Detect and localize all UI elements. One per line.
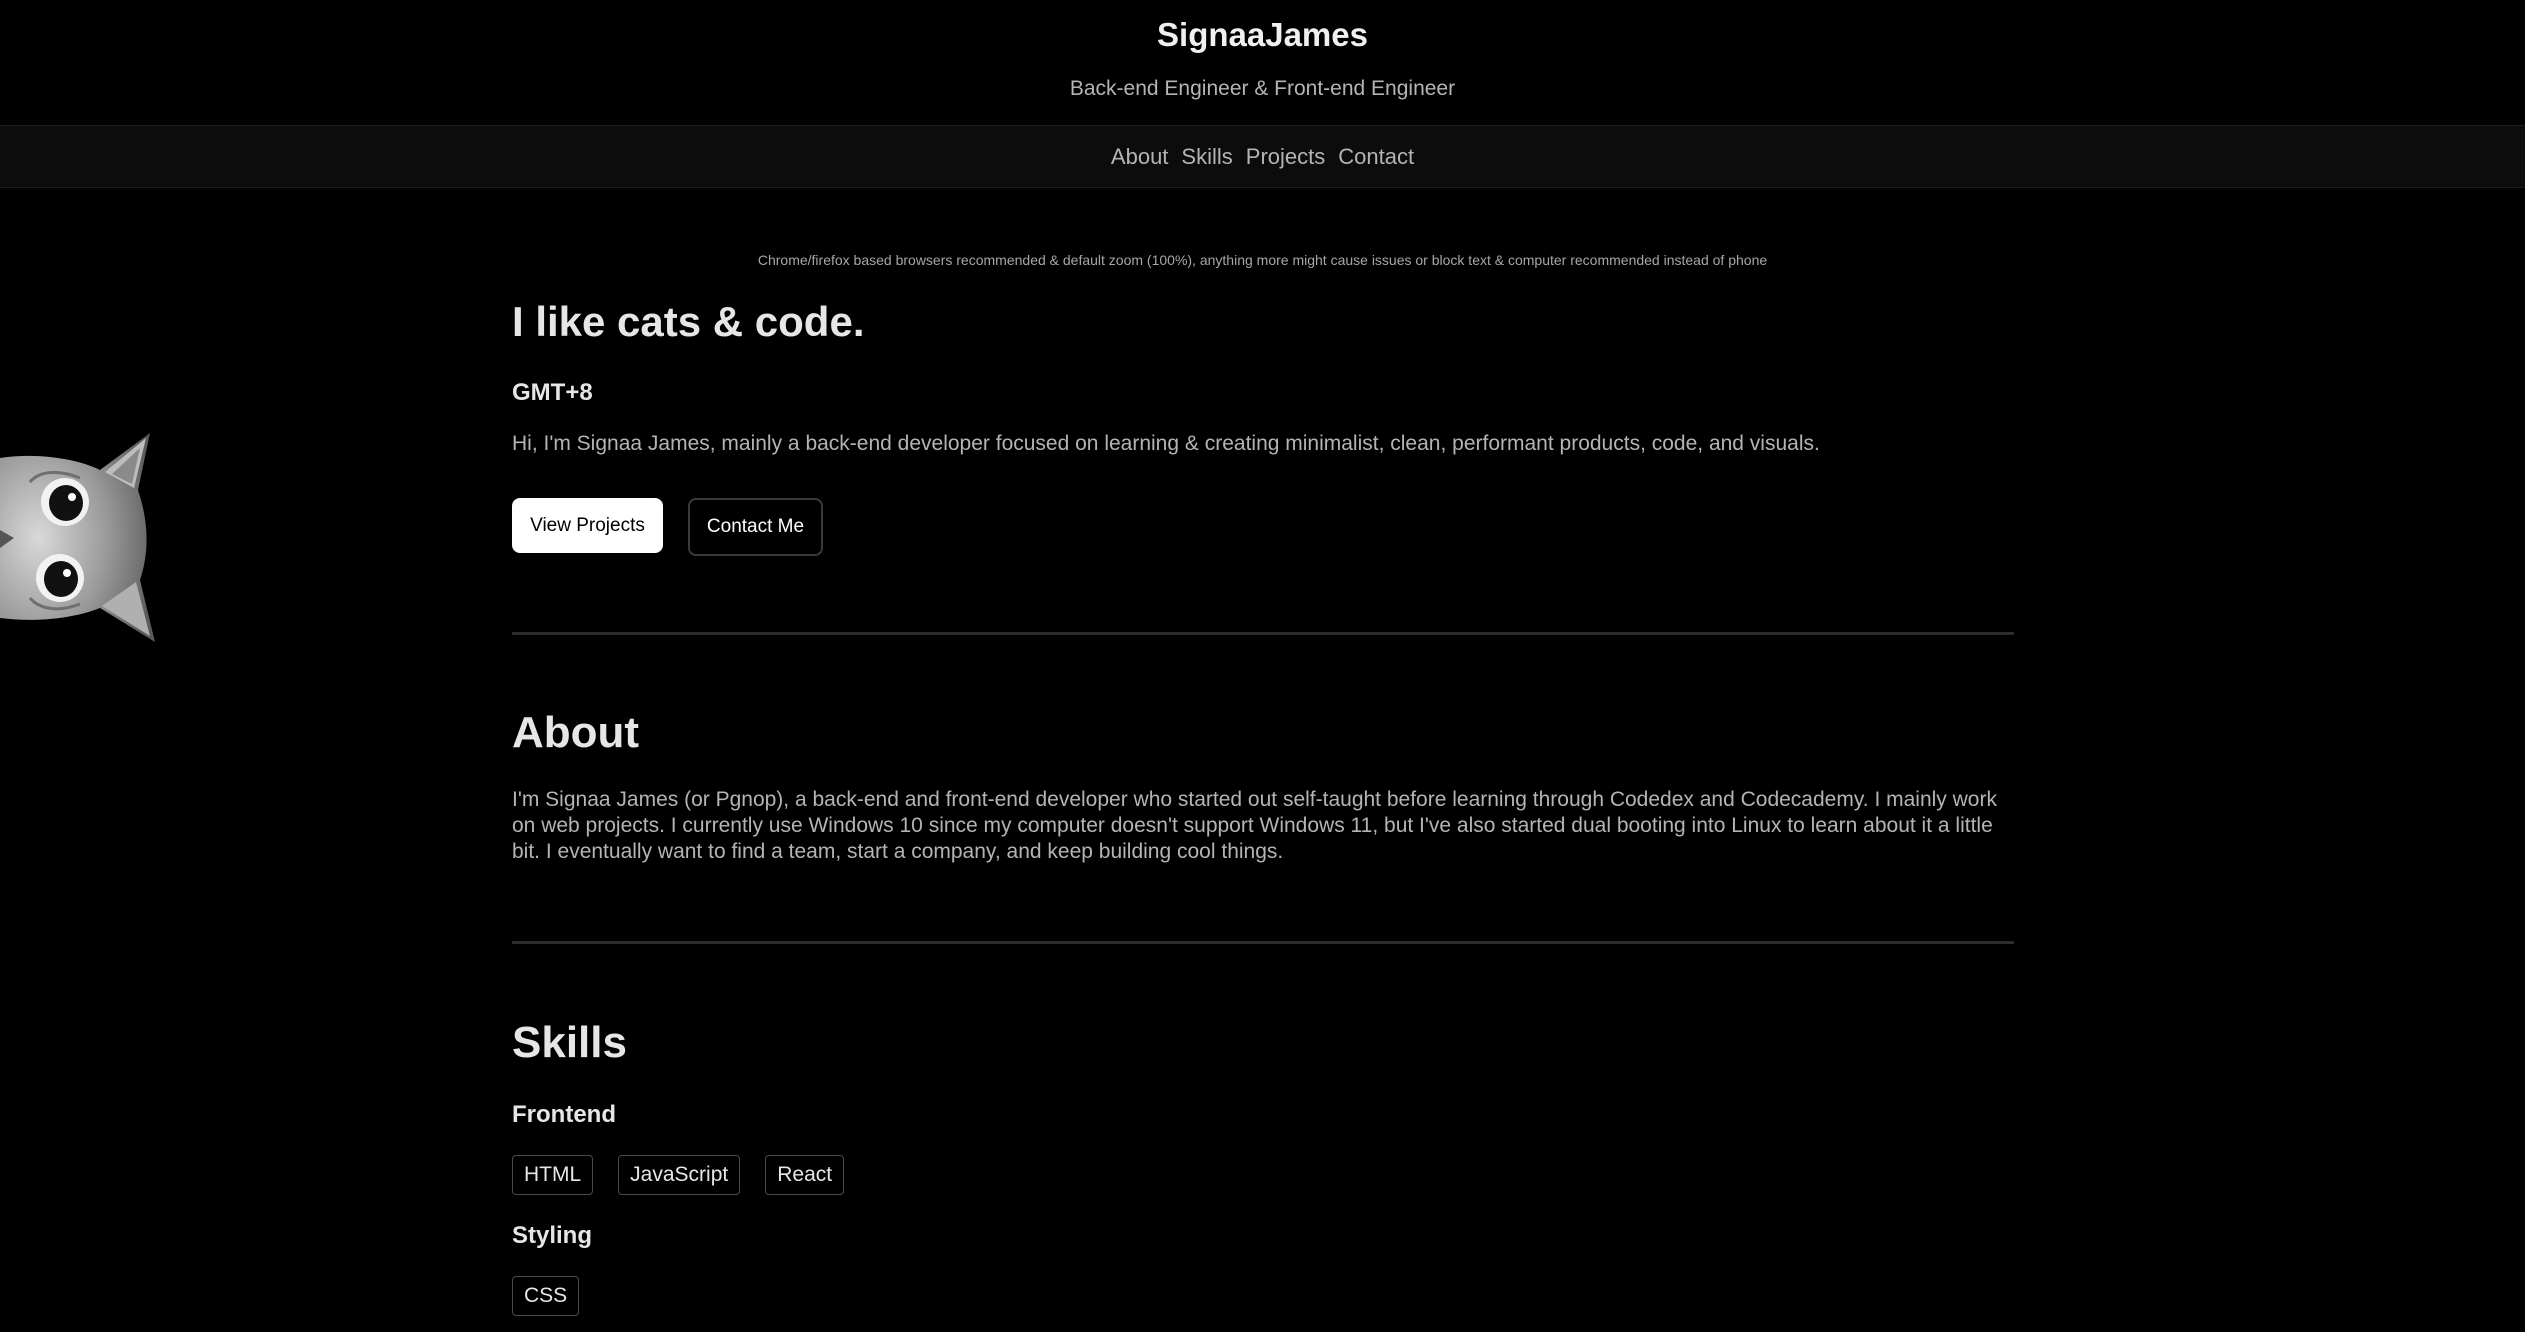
hero-intro: Hi, I'm Signaa James, mainly a back-end … — [512, 432, 1820, 455]
site-header: SignaaJames Back-end Engineer & Front-en… — [0, 0, 2525, 125]
skill-group-title-styling: Styling — [512, 1222, 593, 1249]
skill-group-title-frontend: Frontend — [512, 1101, 616, 1128]
skill-tag: React — [765, 1155, 845, 1195]
skill-tags-styling: CSS — [512, 1276, 580, 1316]
section-divider — [512, 941, 2014, 944]
nav-link-skills[interactable]: Skills — [1181, 144, 1232, 170]
contact-me-button[interactable]: Contact Me — [688, 498, 823, 556]
skill-tag: CSS — [512, 1276, 580, 1316]
skill-tag: JavaScript — [618, 1155, 741, 1195]
nav-link-about[interactable]: About — [1111, 144, 1169, 170]
section-divider — [512, 632, 2014, 635]
main-nav: About Skills Projects Contact — [0, 125, 2525, 188]
view-projects-button[interactable]: View Projects — [512, 498, 663, 553]
skills-heading: Skills — [512, 1018, 627, 1067]
skill-tag: HTML — [512, 1155, 594, 1195]
site-subtitle: Back-end Engineer & Front-end Engineer — [1069, 77, 1456, 100]
skill-tags-frontend: HTML JavaScript React — [512, 1155, 845, 1195]
about-text: I'm Signaa James (or Pgnop), a back-end … — [512, 788, 1997, 863]
nav-link-contact[interactable]: Contact — [1338, 144, 1414, 170]
nav-link-projects[interactable]: Projects — [1246, 144, 1325, 170]
hero-timezone: GMT+8 — [512, 379, 593, 406]
site-title: SignaaJames — [1157, 16, 1368, 53]
peeking-cat-icon — [0, 433, 155, 642]
browser-recommendation-note: Chrome/firefox based browsers recommende… — [757, 252, 1768, 268]
hero-heading: I like cats & code. — [512, 298, 865, 345]
about-heading: About — [512, 708, 640, 757]
